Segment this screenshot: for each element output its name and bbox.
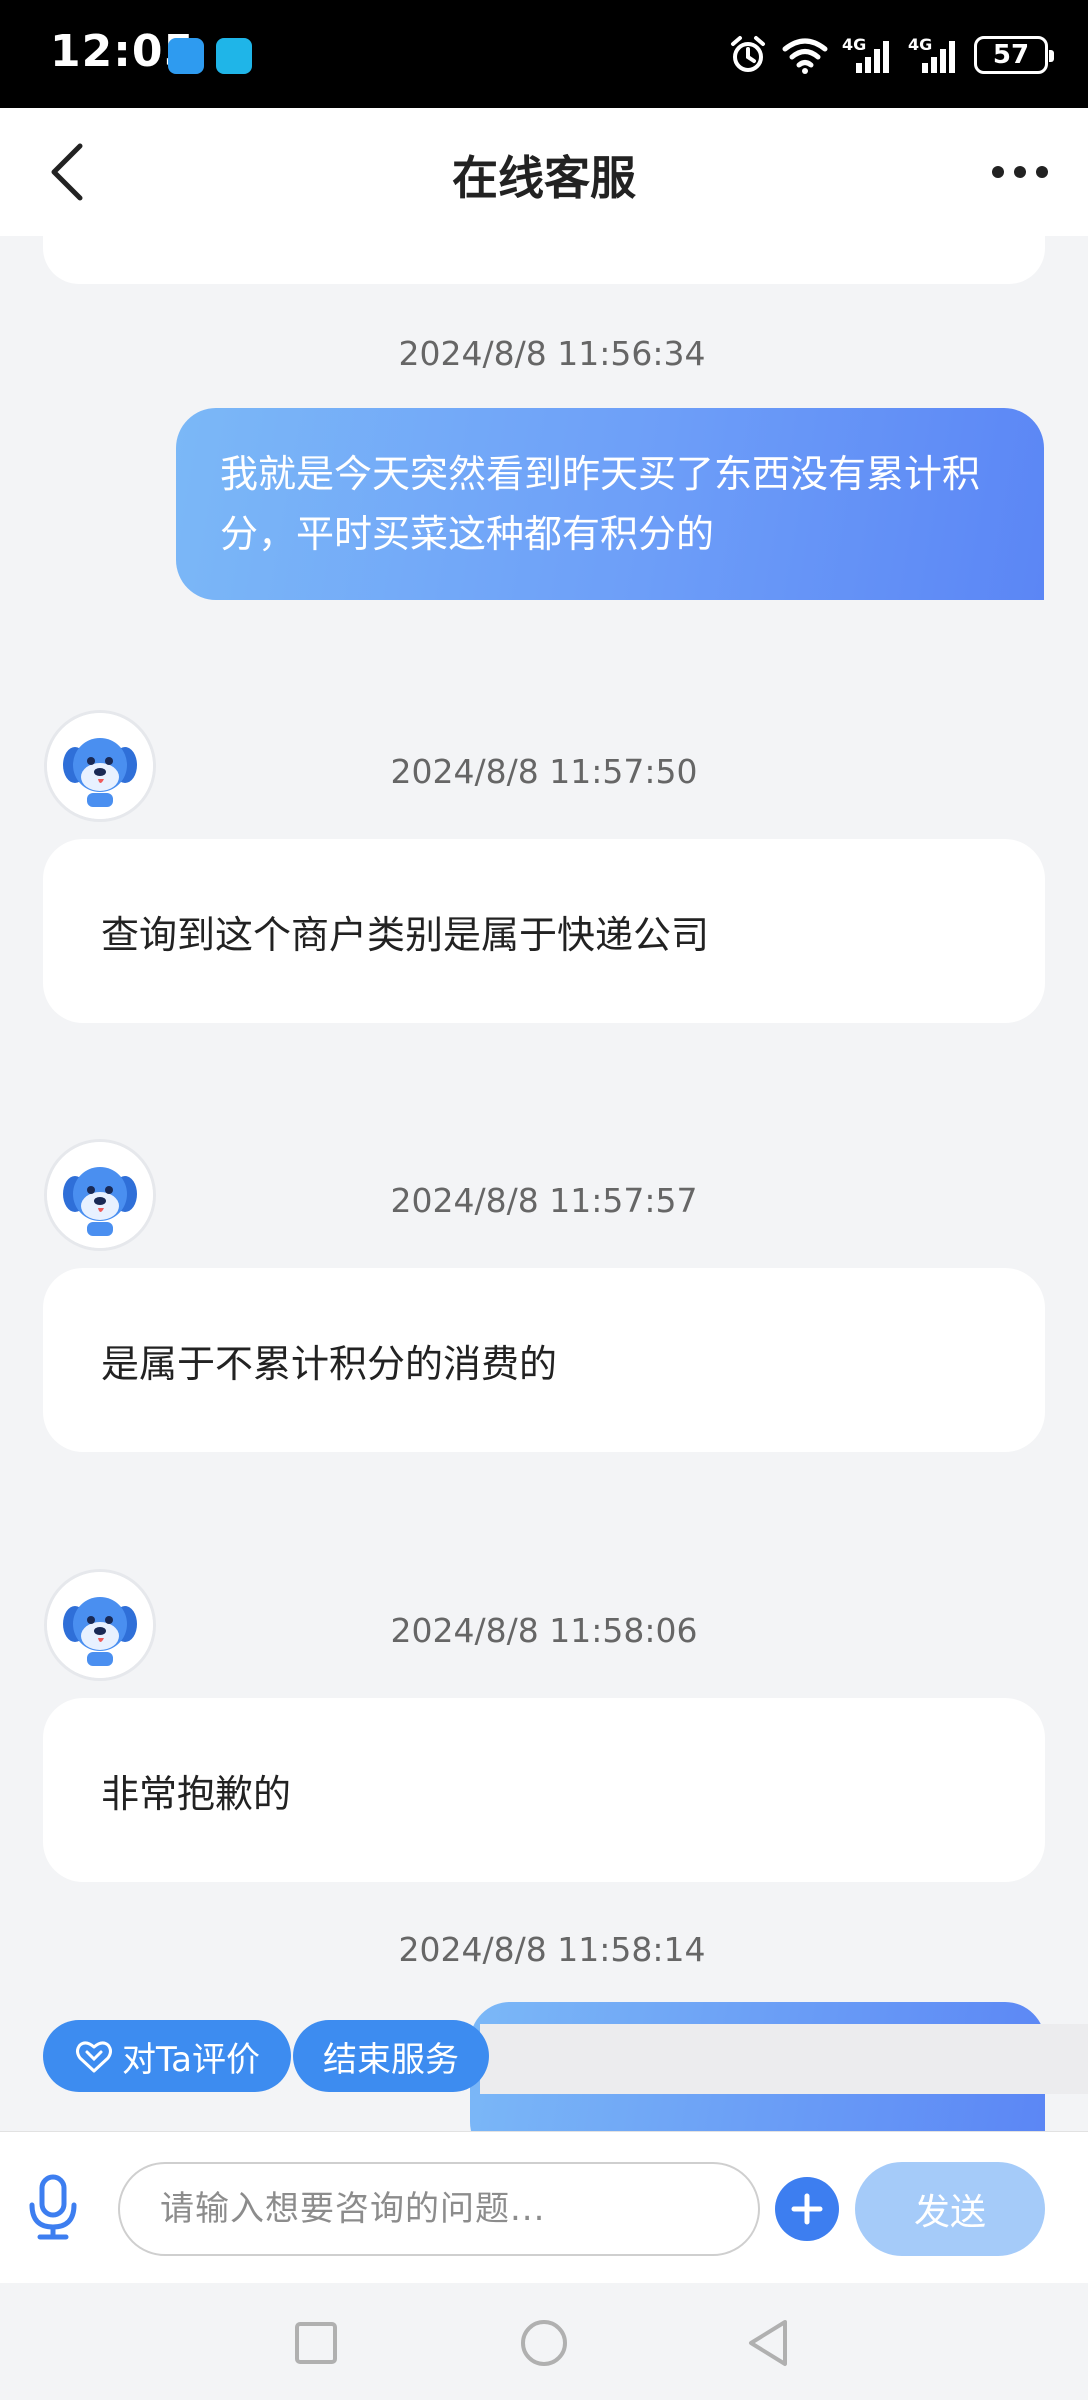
- agent-message-bubble: 非常抱歉的: [43, 1698, 1045, 1882]
- agent-message-bubble: 是属于不累计积分的消费的: [43, 1268, 1045, 1452]
- triangle-back-icon: [749, 2320, 787, 2366]
- battery-level: 57: [992, 40, 1030, 70]
- message-input-bar: 发送: [0, 2131, 1088, 2283]
- agent-message-bubble: 查询到这个商户类别是属于快递公司: [43, 839, 1045, 1023]
- message-timestamp: 2024/8/8 11:58:14: [398, 1930, 706, 1969]
- square-icon: [295, 2322, 337, 2364]
- chat-app-notification-icon: [168, 38, 204, 74]
- camel-app-notification-icon: [216, 38, 252, 74]
- quick-actions-bar: 对Ta评价 结束服务: [0, 2016, 1088, 2096]
- home-button[interactable]: [514, 2313, 574, 2373]
- end-service-label: 结束服务: [323, 2039, 459, 2080]
- rate-agent-button[interactable]: 对Ta评价: [43, 2020, 291, 2092]
- message-timestamp: 2024/8/8 11:57:57: [390, 1181, 698, 1220]
- end-service-button[interactable]: 结束服务: [293, 2020, 489, 2092]
- alarm-icon: [731, 36, 765, 72]
- circle-icon: [521, 2320, 567, 2366]
- rate-agent-label: 对Ta评价: [122, 2039, 260, 2080]
- more-dot-icon: [1036, 166, 1048, 178]
- wifi-icon: [782, 38, 828, 74]
- status-bar: 12:05 4G 4G 57: [0, 0, 1088, 108]
- system-nav-bar: [0, 2283, 1088, 2400]
- quick-actions-strip: [480, 2024, 1088, 2094]
- chat-message-list[interactable]: 2024/8/8 11:56:34 我就是今天突然看到昨天买了东西没有累计积分，…: [0, 236, 1088, 2131]
- heart-shield-icon: [76, 2041, 112, 2073]
- send-button[interactable]: 发送: [855, 2162, 1045, 2256]
- more-dot-icon: [992, 166, 1004, 178]
- add-attachment-button[interactable]: [775, 2177, 839, 2241]
- previous-message-bubble: [43, 236, 1045, 284]
- signal-4g-icon-1: 4G: [842, 35, 894, 75]
- status-icons: 4G 4G 57: [728, 30, 1054, 80]
- signal-4g-icon-2: 4G: [908, 35, 960, 75]
- more-options-button[interactable]: [982, 142, 1058, 202]
- recent-apps-button[interactable]: [286, 2313, 346, 2373]
- user-message-bubble: 我就是今天突然看到昨天买了东西没有累计积分，平时买菜这种都有积分的: [176, 408, 1044, 600]
- message-timestamp: 2024/8/8 11:58:06: [390, 1611, 698, 1650]
- battery-icon: 57: [974, 36, 1054, 74]
- message-input[interactable]: [118, 2162, 760, 2256]
- voice-input-button[interactable]: [24, 2172, 82, 2244]
- page-title: 在线客服: [452, 151, 636, 205]
- app-header: 在线客服: [0, 108, 1088, 236]
- plus-icon: [791, 2193, 823, 2225]
- message-timestamp: 2024/8/8 11:57:50: [390, 752, 698, 791]
- microphone-icon: [29, 2174, 77, 2240]
- more-dot-icon: [1014, 166, 1026, 178]
- message-timestamp: 2024/8/8 11:56:34: [398, 334, 706, 373]
- system-back-button[interactable]: [738, 2313, 798, 2373]
